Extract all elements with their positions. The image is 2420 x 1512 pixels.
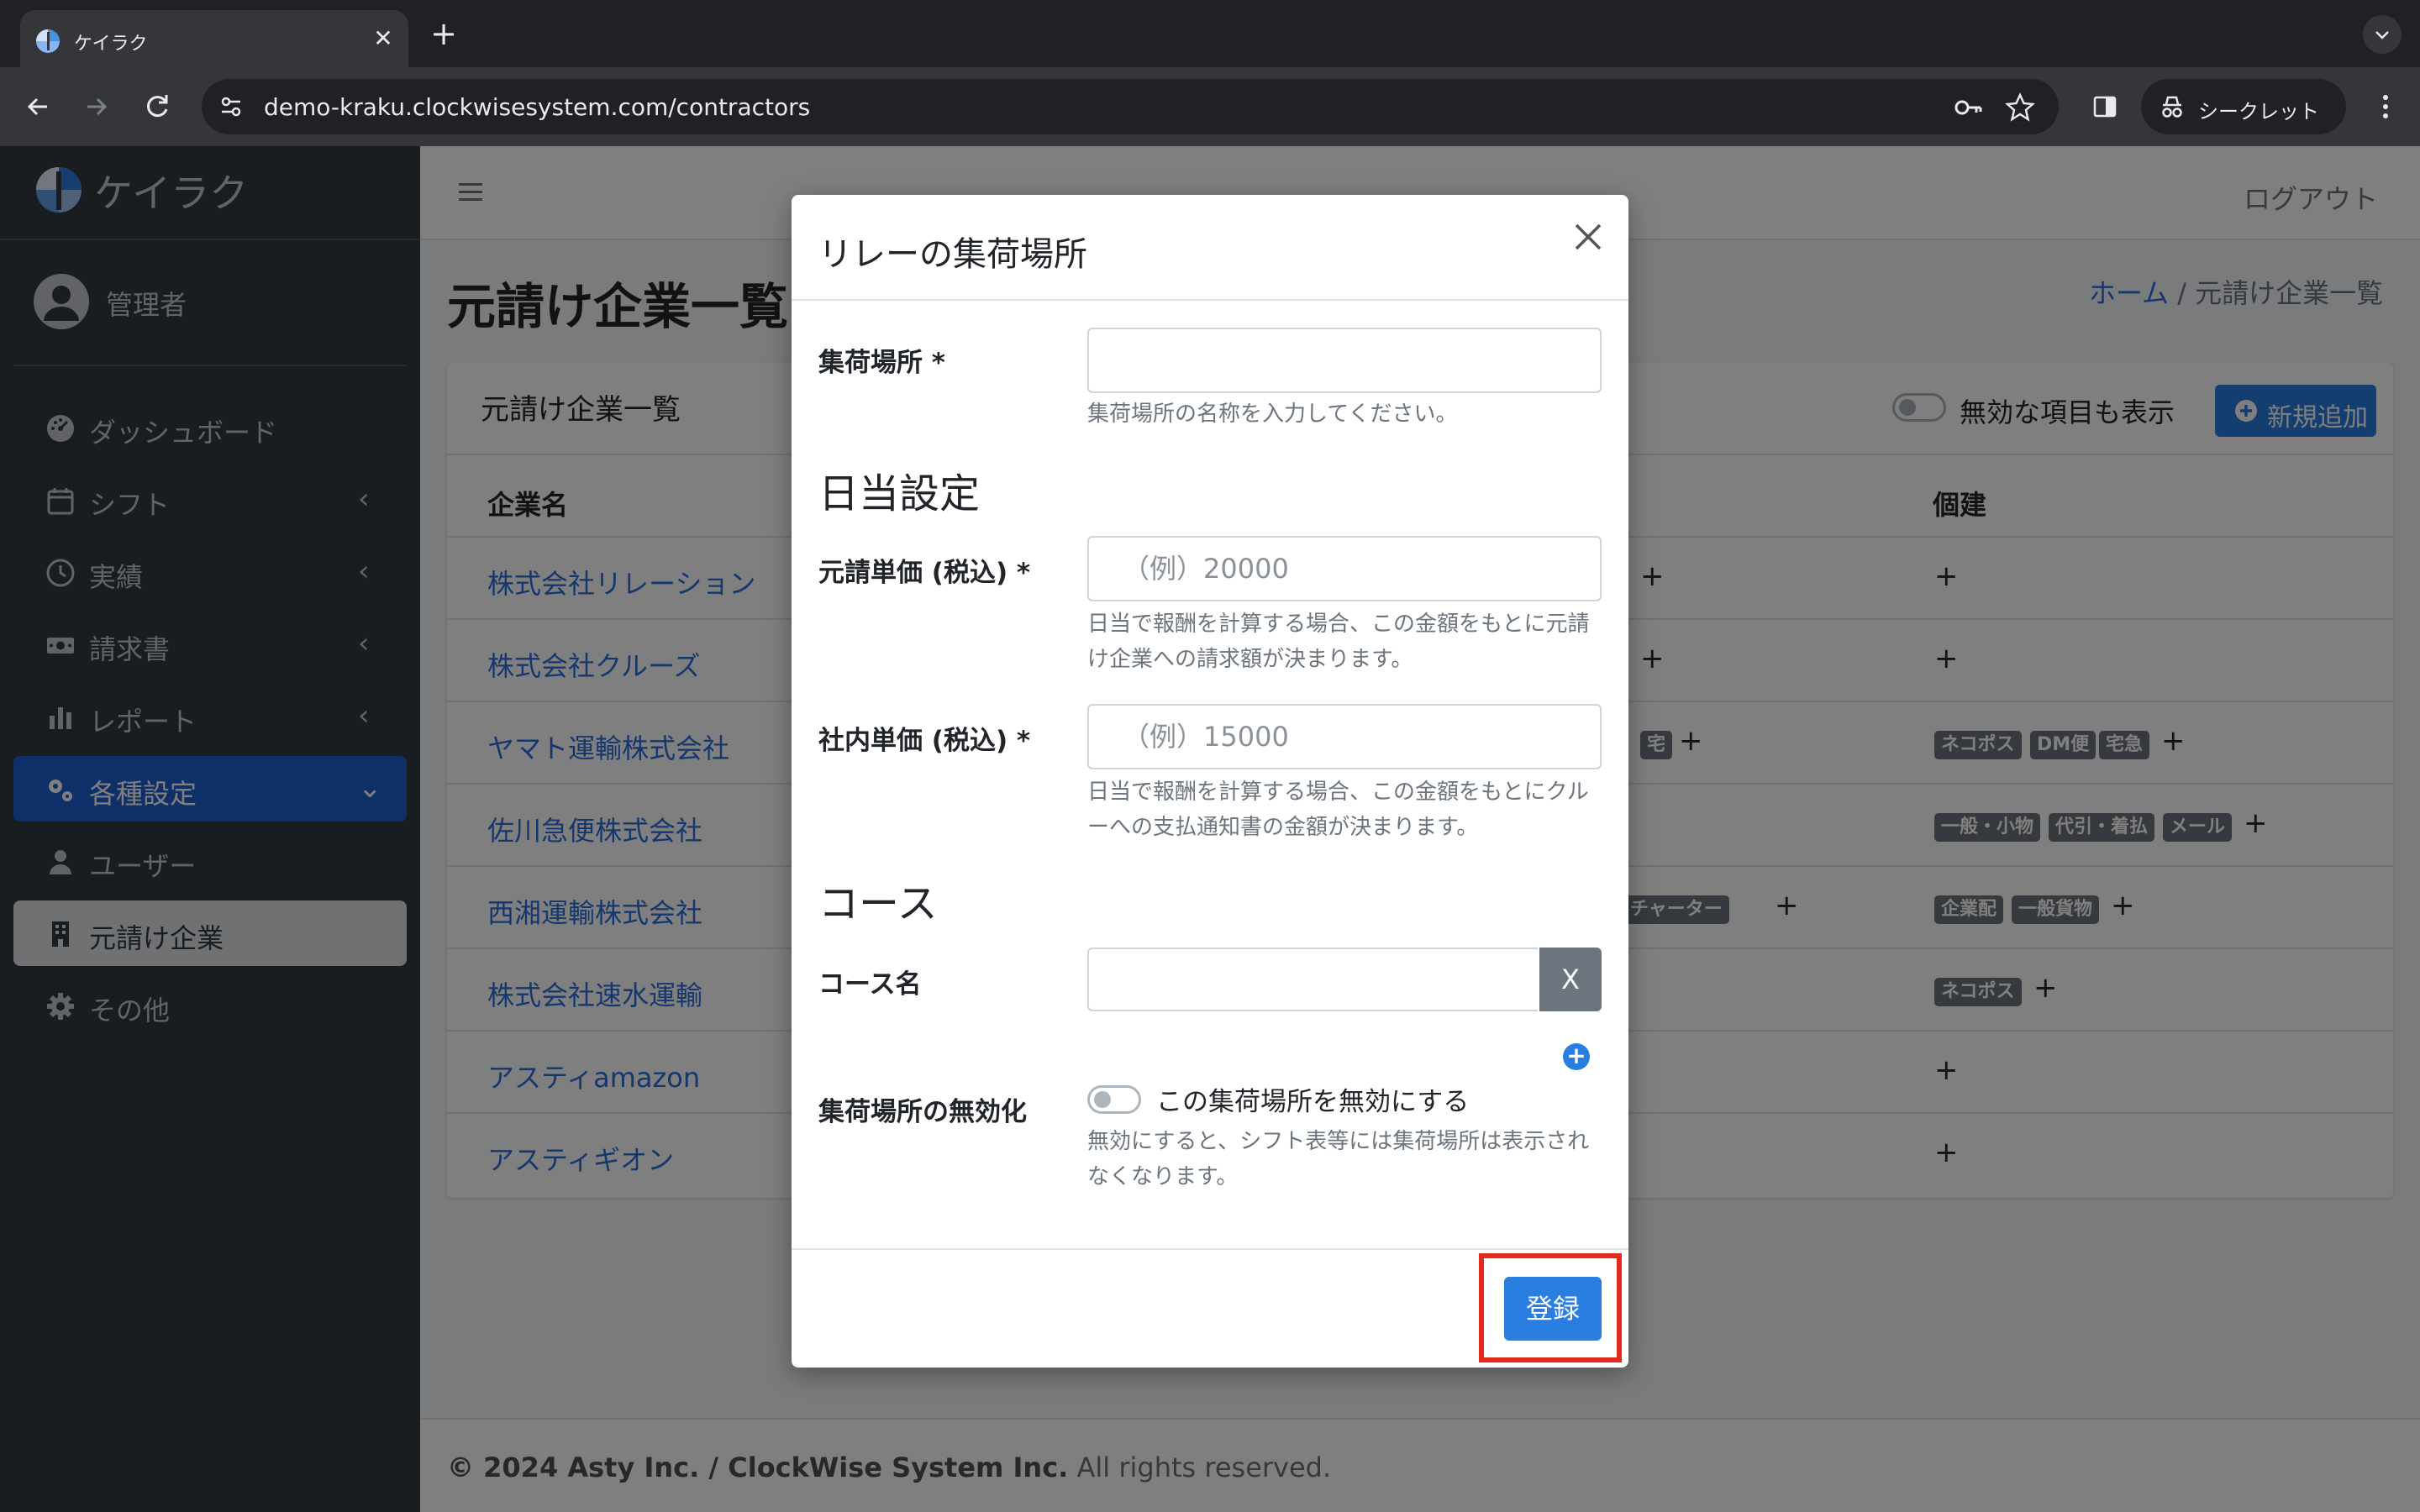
star-icon[interactable]: [2003, 91, 2037, 124]
chevron-down-icon: [2375, 31, 2389, 39]
site-info-icon[interactable]: [217, 92, 245, 121]
disable-location-help: 無効にすると、シフト表等には集荷場所は表示されなくなります。: [1087, 1129, 1590, 1189]
incognito-indicator[interactable]: シークレット: [2141, 79, 2346, 134]
incognito-icon: [2162, 96, 2182, 118]
disable-location-switch[interactable]: [1087, 1085, 1141, 1114]
browser-tab-strip: ケイラク ✕ +: [0, 0, 2420, 67]
browser-tab[interactable]: ケイラク ✕: [20, 10, 408, 67]
pickup-location-label: 集荷場所 *: [818, 348, 946, 378]
tab-title: ケイラク: [74, 34, 148, 55]
modal-title: リレーの集荷場所: [818, 235, 1087, 274]
pickup-location-input[interactable]: [1087, 328, 1602, 393]
reload-icon[interactable]: [138, 87, 176, 126]
forward-arrow-icon[interactable]: [77, 87, 116, 126]
url-text[interactable]: demo-kraku.clockwisesystem.com/contracto…: [264, 93, 810, 121]
tab-close-icon[interactable]: ✕: [368, 24, 398, 54]
course-name-label: コース名: [818, 969, 922, 1000]
browser-toolbar: demo-kraku.clockwisesystem.com/contracto…: [0, 67, 2420, 146]
browser-menu-icon[interactable]: [2366, 87, 2405, 126]
incognito-label: シークレット: [2198, 100, 2319, 123]
contract-price-help: 日当で報酬を計算する場合、この金額をもとに元請け企業への請求額が決まります。: [1087, 612, 1590, 672]
daily-settings-heading: 日当設定: [818, 470, 981, 517]
contract-price-label: 元請単価 (税込) *: [818, 558, 1031, 588]
side-panel-icon[interactable]: [2086, 87, 2124, 126]
back-arrow-icon[interactable]: [18, 87, 57, 126]
close-icon[interactable]: [1566, 215, 1610, 259]
modal-header: リレーの集荷場所: [792, 195, 1628, 301]
disable-location-label: 集荷場所の無効化: [818, 1097, 1027, 1127]
add-course-button[interactable]: +: [1563, 1043, 1590, 1070]
key-icon[interactable]: [1951, 91, 1985, 124]
remove-course-button[interactable]: X: [1539, 948, 1602, 1011]
internal-price-input[interactable]: [1087, 704, 1602, 769]
new-tab-button[interactable]: +: [427, 17, 460, 50]
app-favicon-icon: [36, 29, 60, 53]
submit-button[interactable]: 登録: [1504, 1277, 1602, 1341]
address-bar[interactable]: demo-kraku.clockwisesystem.com/contracto…: [202, 79, 2059, 134]
course-heading: コース: [818, 880, 938, 927]
pickup-location-modal: リレーの集荷場所 集荷場所 * 集荷場所の名称を入力してください。 日当設定 元…: [792, 195, 1628, 1368]
pickup-location-help: 集荷場所の名称を入力してください。: [1087, 402, 1458, 427]
internal-price-help: 日当で報酬を計算する場合、この金額をもとにクルーへの支払通知書の金額が決まります…: [1087, 780, 1589, 840]
internal-price-label: 社内単価 (税込) *: [818, 726, 1031, 756]
course-name-input[interactable]: [1087, 948, 1538, 1011]
disable-location-switch-label[interactable]: この集荷場所を無効にする: [1156, 1080, 1469, 1118]
tab-search-button[interactable]: [2363, 15, 2402, 54]
contract-price-input[interactable]: [1087, 536, 1602, 601]
